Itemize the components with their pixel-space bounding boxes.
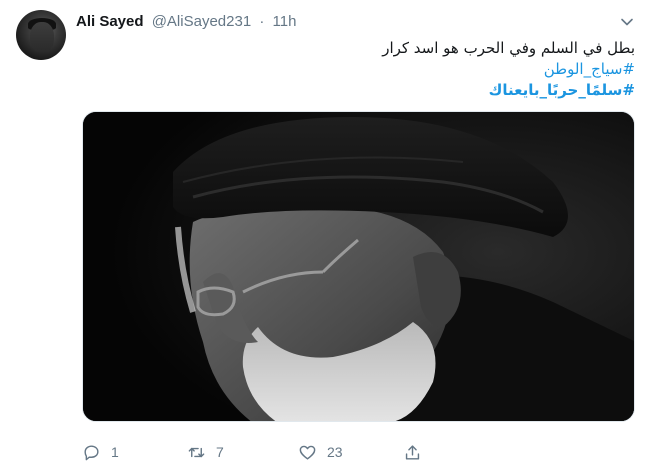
avatar-face <box>30 22 54 52</box>
author-name[interactable]: Ali Sayed <box>76 13 144 30</box>
tweet-photo[interactable] <box>82 111 635 422</box>
author-avatar[interactable] <box>16 10 66 60</box>
hashtag-link[interactable]: #سياج_الوطن <box>95 59 635 80</box>
tweet-text: بطل في السلم وفي الحرب هو اسد كرار #سياج… <box>95 38 635 101</box>
share-icon <box>405 444 420 460</box>
header-separator: · <box>259 13 265 30</box>
reply-count: 1 <box>111 444 119 460</box>
tweet-header: Ali Sayed @AliSayed231 · 11h <box>76 11 296 33</box>
retweet-icon <box>188 447 205 457</box>
retweet-count: 7 <box>216 444 224 460</box>
tweet-timestamp[interactable]: 11h <box>273 13 297 30</box>
reply-icon <box>84 444 99 460</box>
like-count: 23 <box>327 444 343 460</box>
more-options-chevron-down-icon[interactable] <box>619 14 635 30</box>
hashtag-link[interactable]: #سلمًا_حربًا_بايعناك <box>95 80 635 101</box>
tweet-action-bar: 1 7 23 <box>82 440 522 464</box>
tweet-text-line: بطل في السلم وفي الحرب هو اسد كرار <box>382 39 635 57</box>
reply-button[interactable]: 1 <box>82 440 119 464</box>
share-button[interactable] <box>403 440 422 464</box>
heart-icon <box>299 445 316 460</box>
author-handle[interactable]: @AliSayed231 <box>152 13 251 30</box>
retweet-button[interactable]: 7 <box>187 440 224 464</box>
like-button[interactable]: 23 <box>298 440 343 464</box>
